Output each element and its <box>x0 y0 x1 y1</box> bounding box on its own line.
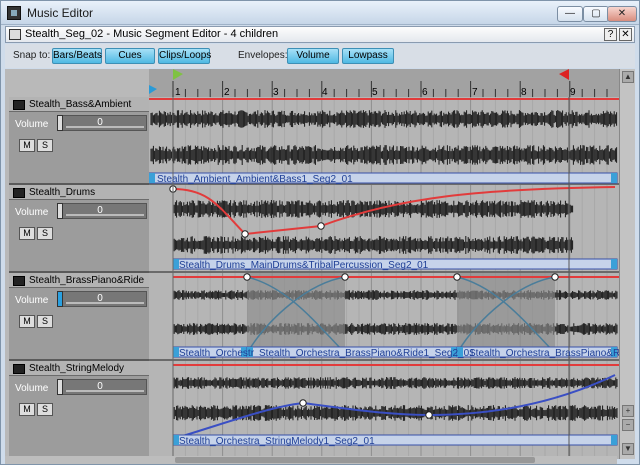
music-editor-window: Music Editor — ▢ ✕ Stealth_Seg_02 - Musi… <box>0 0 640 465</box>
document-tab: Stealth_Seg_02 - Music Segment Editor - … <box>5 26 635 43</box>
close-button[interactable]: ✕ <box>607 6 637 22</box>
envelope-lowpass-button[interactable]: Lowpass <box>342 48 394 64</box>
document-title: Stealth_Seg_02 - Music Segment Editor - … <box>25 28 279 40</box>
help-button[interactable]: ? <box>604 28 617 41</box>
envelopes-label: Envelopes: <box>238 50 288 61</box>
ruler-mark: 2 <box>224 87 230 97</box>
mute-button[interactable]: M <box>19 315 35 328</box>
timeline-ruler[interactable]: 1 2 3 4 5 6 7 8 9 <box>149 69 619 97</box>
crossfade-region[interactable] <box>247 273 345 353</box>
volume-knob[interactable] <box>57 291 63 307</box>
envelope-point <box>299 399 307 407</box>
volume-track <box>66 126 144 128</box>
volume-track <box>66 302 144 304</box>
snap-bars-beats-button[interactable]: Bars/Beats <box>52 48 102 64</box>
volume-knob[interactable] <box>57 379 63 395</box>
envelope-point <box>453 273 461 281</box>
volume-slider[interactable]: 0 <box>59 203 147 219</box>
track-icon <box>13 188 25 198</box>
lane-divider <box>149 271 619 273</box>
scroll-down-icon[interactable]: ▼ <box>622 443 634 455</box>
scroll-up-icon[interactable]: ▲ <box>622 71 634 83</box>
track-headers: Stealth_Bass&Ambient Volume 0 M S Stealt… <box>9 97 149 459</box>
lane-divider <box>149 359 619 361</box>
snap-cues-button[interactable]: Cues <box>105 48 155 64</box>
solo-button[interactable]: S <box>37 139 53 152</box>
window-title: Music Editor <box>27 6 94 20</box>
track-name: Stealth_Bass&Ambient <box>29 99 132 110</box>
clip-label[interactable]: Stealth_Drums_MainDrums&TribalPercussion… <box>179 260 429 271</box>
ruler-mark: 8 <box>521 87 527 97</box>
clip-handle <box>611 435 617 445</box>
solo-button[interactable]: S <box>37 403 53 416</box>
ruler-mark: 6 <box>422 87 428 97</box>
ruler-mark: 1 <box>175 87 181 97</box>
solo-button[interactable]: S <box>37 227 53 240</box>
minimize-button[interactable]: — <box>557 6 583 22</box>
ruler-mark: 7 <box>472 87 478 97</box>
track-name: Stealth_BrassPiano&Ride <box>29 275 145 286</box>
toolbar: Snap to: Bars/Beats Cues Clips/Loops Env… <box>5 44 635 68</box>
title-bar: Music Editor — ▢ ✕ <box>1 1 639 25</box>
mute-button[interactable]: M <box>19 139 35 152</box>
envelope-point <box>341 273 349 281</box>
horizontal-scrollbar[interactable] <box>5 456 617 464</box>
envelope-volume-button[interactable]: Volume <box>287 48 339 64</box>
envelope-point <box>241 230 249 238</box>
snap-clips-loops-button[interactable]: Clips/Loops <box>158 48 211 64</box>
track-header[interactable]: Stealth_StringMelody Volume 0 M S <box>9 361 149 459</box>
volume-slider[interactable]: 0 <box>59 379 147 395</box>
snap-to-label: Snap to: <box>13 50 51 61</box>
clip-handle <box>611 259 617 269</box>
maximize-button[interactable]: ▢ <box>583 6 609 22</box>
envelope-point <box>243 273 251 281</box>
envelope-point <box>317 222 325 230</box>
track-lanes[interactable]: Stealth_Ambient_Ambient&Bass1_Seg2_01 St… <box>149 97 619 459</box>
document-icon <box>9 29 21 40</box>
mute-button[interactable]: M <box>19 227 35 240</box>
volume-label: Volume <box>15 119 49 130</box>
volume-label: Volume <box>15 295 49 306</box>
clip-label[interactable]: Stealth_Orchestra_BrassPiano&Ride. <box>469 348 619 359</box>
track-header[interactable]: Stealth_Drums Volume 0 M S <box>9 185 149 273</box>
envelope-point <box>551 273 559 281</box>
clip-label[interactable]: Stealth_Ambient_Ambient&Bass1_Seg2_01 <box>157 174 353 185</box>
volume-knob[interactable] <box>57 203 63 219</box>
mute-button[interactable]: M <box>19 403 35 416</box>
clip-label[interactable]: Stealth_Orchestra_BrassPiano&Ride1_Seg2_… <box>259 348 475 359</box>
envelope-point <box>425 411 433 419</box>
track-icon <box>13 276 25 286</box>
horizontal-scroll-thumb[interactable] <box>175 457 535 463</box>
crossfade-region[interactable] <box>457 273 555 353</box>
zoom-in-icon[interactable]: + <box>622 405 634 417</box>
volume-slider[interactable]: 0 <box>59 291 147 307</box>
ruler-mark: 5 <box>372 87 378 97</box>
volume-track <box>66 214 144 216</box>
track-name: Stealth_StringMelody <box>29 363 125 374</box>
clip-label[interactable]: Stealth_Orchestr <box>179 348 255 359</box>
volume-track <box>66 390 144 392</box>
volume-slider[interactable]: 0 <box>59 115 147 131</box>
track-name: Stealth_Drums <box>29 187 96 198</box>
clip-handle <box>611 173 617 183</box>
ruler-mark: 4 <box>322 87 328 97</box>
segment-editor: 1 2 3 4 5 6 7 8 9 Stealth_Bass&Ambient V… <box>5 69 635 459</box>
track-icon <box>13 100 25 110</box>
track-header[interactable]: Stealth_Bass&Ambient Volume 0 M S <box>9 97 149 185</box>
volume-knob[interactable] <box>57 115 63 131</box>
app-icon <box>7 6 21 20</box>
volume-label: Volume <box>15 383 49 394</box>
track-icon <box>13 364 25 374</box>
clip-label[interactable]: Stealth_Orchestra_StringMelody1_Seg2_01 <box>179 436 375 447</box>
document-close-button[interactable]: ✕ <box>619 28 632 41</box>
zoom-out-icon[interactable]: − <box>622 419 634 431</box>
track-header[interactable]: Stealth_BrassPiano&Ride Volume 0 M S <box>9 273 149 361</box>
ruler-mark: 9 <box>570 87 576 97</box>
vertical-scrollbar[interactable]: ▲ + − ▼ <box>619 69 635 459</box>
volume-label: Volume <box>15 207 49 218</box>
clip-handle <box>149 173 155 183</box>
solo-button[interactable]: S <box>37 315 53 328</box>
ruler-mark: 3 <box>273 87 279 97</box>
